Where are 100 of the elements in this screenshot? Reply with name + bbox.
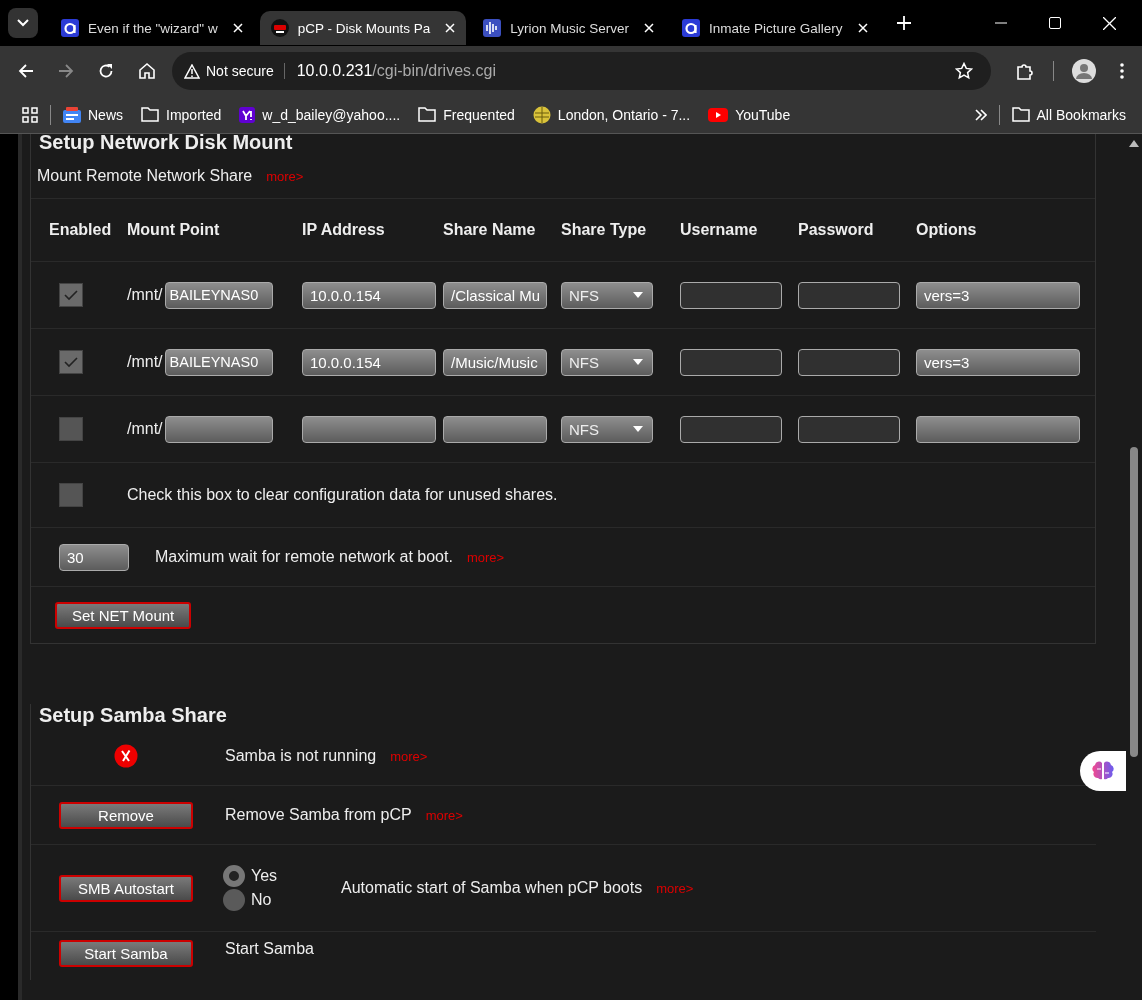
close-icon[interactable]	[232, 23, 243, 33]
bookmark[interactable]: Imported	[141, 106, 222, 123]
share-name-field[interactable]: /Classical Mu	[443, 281, 547, 309]
close-icon[interactable]	[857, 23, 868, 33]
bookmark[interactable]: Frequented	[418, 106, 515, 123]
options-field[interactable]	[916, 415, 1080, 443]
enabled-checkbox[interactable]	[59, 283, 83, 307]
scroll-up-icon[interactable]	[1129, 140, 1139, 147]
site-logo-icon	[61, 19, 79, 37]
username-field[interactable]	[680, 348, 782, 376]
caret-icon	[633, 426, 643, 432]
site-logo-icon	[239, 106, 256, 123]
browser-tab[interactable]: Even if the "wizard" w	[50, 11, 254, 45]
mount-point-field[interactable]	[164, 415, 273, 443]
maximize-icon[interactable]	[1049, 17, 1061, 29]
more-link[interactable]: more>	[266, 168, 304, 184]
chevron-down-icon	[17, 19, 29, 27]
radio-option[interactable]: Yes	[223, 865, 327, 887]
close-icon[interactable]	[445, 23, 456, 33]
extension-button[interactable]	[1080, 751, 1126, 791]
more-link[interactable]: more>	[656, 880, 694, 896]
username-field[interactable]	[680, 281, 782, 309]
folder-icon	[141, 107, 159, 122]
more-link[interactable]: more>	[425, 807, 463, 823]
status-text: Samba is not running	[225, 747, 377, 765]
close-icon[interactable]	[1103, 16, 1116, 30]
browser-tab[interactable]: pCP - Disk Mounts Pa	[259, 11, 467, 45]
globe-icon	[532, 105, 551, 124]
mount-prefix: /mnt/	[127, 353, 163, 371]
new-tab-icon[interactable]	[896, 16, 911, 30]
radio-button[interactable]	[223, 865, 245, 887]
password-field[interactable]	[798, 348, 900, 376]
options-field[interactable]: vers=3	[916, 348, 1080, 376]
column-header: Password	[798, 221, 875, 239]
mount-point-field[interactable]: BAILEYNAS0	[164, 348, 273, 376]
section-description: Mount Remote Network Share	[37, 167, 253, 185]
browser-tab[interactable]: Lyrion Music Server	[472, 11, 665, 45]
clear-unused-checkbox[interactable]	[59, 483, 83, 507]
username-field[interactable]	[680, 415, 782, 443]
share-name-field[interactable]	[443, 415, 547, 443]
column-header: Enabled	[49, 221, 113, 239]
wait-time-field[interactable]: 30	[59, 543, 129, 571]
ip-address-field[interactable]: 10.0.0.154	[302, 281, 436, 309]
bookmark[interactable]: YouTube	[708, 106, 791, 123]
warning-icon	[184, 63, 200, 79]
options-field[interactable]: vers=3	[916, 281, 1080, 309]
column-header: Mount Point	[127, 221, 221, 239]
set-net-mount-button[interactable]: Set NET Mount	[55, 601, 192, 629]
forward-icon[interactable]	[58, 63, 74, 79]
mount-point-field[interactable]: BAILEYNAS0	[164, 281, 273, 309]
star-icon[interactable]	[955, 62, 973, 80]
check-icon	[64, 356, 78, 368]
enabled-checkbox[interactable]	[59, 350, 83, 374]
puzzle-icon[interactable]	[1015, 61, 1035, 81]
site-logo-icon	[270, 19, 289, 37]
password-field[interactable]	[798, 281, 900, 309]
radio-button[interactable]	[223, 889, 245, 911]
more-link[interactable]: more>	[390, 748, 428, 764]
section-heading: Setup Network Disk Mount	[38, 134, 294, 154]
smb-autostart-button[interactable]: SMB Autostart	[59, 874, 193, 902]
folder-icon	[418, 107, 437, 122]
site-logo-icon	[682, 19, 700, 37]
password-field[interactable]	[798, 415, 900, 443]
reload-icon[interactable]	[98, 63, 114, 79]
column-header: IP Address	[302, 221, 386, 239]
field-description: Maximum wait for remote network at boot.	[155, 548, 453, 566]
share-type-select[interactable]: NFS	[561, 415, 653, 443]
remove-button[interactable]: Remove	[59, 801, 193, 829]
ip-address-field[interactable]	[302, 415, 436, 443]
double-chevron-icon[interactable]	[974, 108, 987, 121]
action-description: Automatic start of Samba when pCP boots	[341, 879, 643, 897]
ip-address-field[interactable]: 10.0.0.154	[302, 348, 436, 376]
security-label: Not secure	[206, 63, 285, 79]
more-link[interactable]: more>	[466, 549, 505, 565]
share-type-select[interactable]: NFS	[561, 281, 653, 309]
tab-search-button[interactable]	[8, 8, 38, 38]
url-text: 10.0.0.231/cgi-bin/drives.cgi	[296, 62, 496, 80]
share-name-field[interactable]: /Music/Music	[443, 348, 547, 376]
back-icon[interactable]	[18, 63, 34, 79]
bookmark[interactable]: London, Ontario - 7...	[532, 105, 691, 124]
scrollbar-thumb[interactable]	[1130, 447, 1138, 757]
play-icon	[708, 107, 729, 122]
apps-icon[interactable]	[22, 106, 38, 123]
bookmark[interactable]: w_d_bailey@yahoo....	[239, 106, 401, 123]
bookmark[interactable]: All Bookmarks	[1011, 106, 1126, 123]
column-header: Options	[916, 221, 978, 239]
share-type-select[interactable]: NFS	[561, 348, 653, 376]
close-icon[interactable]	[644, 23, 654, 33]
address-bar[interactable]: Not secure 10.0.0.231/cgi-bin/drives.cgi	[172, 52, 991, 90]
caret-icon	[633, 292, 643, 298]
home-icon[interactable]	[138, 62, 156, 80]
avatar-icon[interactable]	[1072, 59, 1096, 83]
news-icon	[63, 106, 81, 123]
more-icon[interactable]	[1120, 63, 1124, 79]
enabled-checkbox[interactable]	[59, 417, 83, 441]
bookmark[interactable]: News	[63, 106, 123, 123]
radio-option[interactable]: No	[223, 889, 327, 911]
browser-tab[interactable]: Inmate Picture Gallery	[671, 11, 879, 45]
start-samba-button[interactable]: Start Samba	[59, 940, 193, 967]
equalizer-icon	[483, 19, 502, 37]
